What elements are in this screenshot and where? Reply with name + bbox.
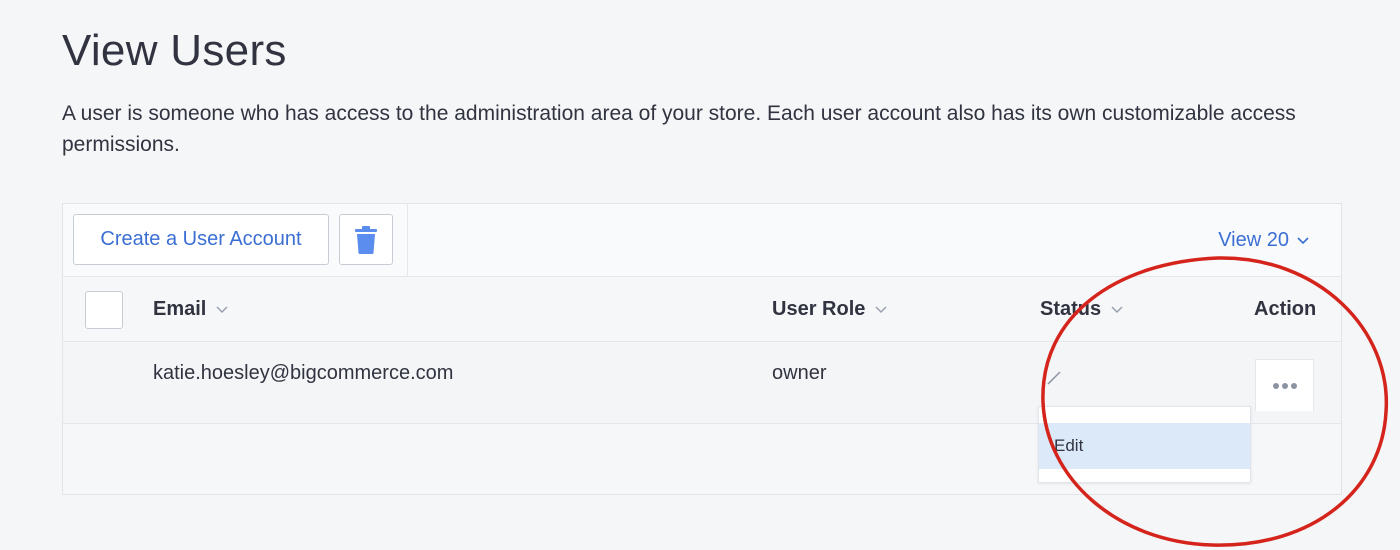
- table-toolbar: Create a User Account View 20: [63, 204, 1341, 277]
- view-count-label: View 20: [1218, 229, 1289, 251]
- more-dot: [1290, 382, 1297, 389]
- sort-chevron-icon: [216, 305, 228, 313]
- page-title: View Users: [62, 26, 287, 75]
- row-actions-button[interactable]: [1255, 359, 1314, 411]
- trash-icon: [355, 225, 377, 254]
- user-role: owner: [772, 362, 827, 384]
- delete-button[interactable]: [339, 214, 393, 265]
- column-header-action: Action: [1254, 298, 1317, 320]
- sort-chevron-icon: [875, 305, 887, 313]
- user-email: katie.hoesley@bigcommerce.com: [153, 362, 454, 384]
- view-count-selector[interactable]: View 20: [1218, 229, 1309, 252]
- status-check-icon: [1047, 371, 1061, 385]
- column-header-email[interactable]: Email: [153, 298, 228, 321]
- chevron-down-icon: [1297, 236, 1309, 244]
- row-actions-menu: Edit: [1038, 406, 1251, 483]
- page-description: A user is someone who has access to the …: [62, 102, 1296, 156]
- select-all-checkbox[interactable]: [85, 291, 123, 329]
- table-header-row: Email User Role Status Action: [63, 278, 1341, 342]
- menu-item-edit[interactable]: Edit: [1039, 423, 1250, 469]
- create-user-button[interactable]: Create a User Account: [73, 214, 329, 265]
- view-users-page: View Users A user is someone who has acc…: [0, 0, 1400, 550]
- more-dot: [1281, 382, 1288, 389]
- column-header-status[interactable]: Status: [1040, 298, 1123, 321]
- toolbar-actions: Create a User Account: [63, 204, 408, 277]
- more-dot: [1272, 382, 1279, 389]
- sort-chevron-icon: [1111, 305, 1123, 313]
- column-header-user-role[interactable]: User Role: [772, 298, 887, 321]
